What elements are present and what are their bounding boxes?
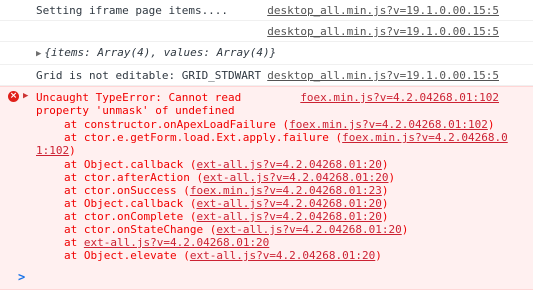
console-log-row: Grid is not editable: GRID_STDWART deskt… [0,65,533,86]
devtools-console: Setting iframe page items.... desktop_al… [0,0,533,295]
error-message-line: property 'unmask' of undefined [36,104,235,117]
console-log-row: Setting iframe page items.... desktop_al… [0,0,533,21]
stack-frame-link[interactable]: 1:102 [36,144,69,157]
stack-frame: at ctor.afterAction (ext-all.js?v=4.2.04… [64,171,396,184]
expand-triangle-icon[interactable]: ▶ [36,49,41,59]
stack-frame: at Object.callback (ext-all.js?v=4.2.042… [64,158,389,171]
stack-frame: at ctor.onStateChange (ext-all.js?v=4.2.… [64,223,409,236]
object-summary: {items: Array(4), values: Array(4)} [44,46,277,59]
stack-frame-link[interactable]: foex.min.js?v=4.2.04268.01:102 [289,118,488,131]
console-prompt-chevron-icon[interactable]: > [18,270,25,284]
stack-frame: at Object.elevate (ext-all.js?v=4.2.0426… [64,249,382,262]
stack-frame: at ctor.onSuccess (foex.min.js?v=4.2.042… [64,184,389,197]
stack-frame-link[interactable]: ext-all.js?v=4.2.04268.01:20 [216,223,401,236]
stack-frame-link[interactable]: foex.min.js?v=4.2.04268.01:23 [190,184,382,197]
console-error-row: × ▶ Uncaught TypeError: Cannot read foex… [0,86,533,290]
stack-frame: at ctor.e.getForm.load.Ext.apply.failure… [64,131,508,144]
console-log-row: desktop_all.min.js?v=19.1.0.00.15:5 [0,21,533,42]
stack-frame: at ctor.onComplete (ext-all.js?v=4.2.042… [64,210,389,223]
stack-frame-link[interactable]: foex.min.js?v=4.2.04268.0 [342,131,508,144]
stack-frame: at constructor.onApexLoadFailure (foex.m… [64,118,495,131]
error-icon: × [8,91,19,102]
stack-frame-link[interactable]: ext-all.js?v=4.2.04268.01:20 [196,197,381,210]
error-source-link[interactable]: foex.min.js?v=4.2.04268.01:102 [300,91,499,104]
stack-frame: at ext-all.js?v=4.2.04268.01:20 [64,236,270,249]
log-source-link[interactable]: desktop_all.min.js?v=19.1.0.00.15:5 [267,4,499,17]
stack-frame-link[interactable]: ext-all.js?v=4.2.04268.01:20 [203,171,388,184]
object-preview[interactable]: ▶ {items: Array(4), values: Array(4)} [36,46,276,59]
error-message-line: Uncaught TypeError: Cannot read [36,91,242,104]
log-source-link[interactable]: desktop_all.min.js?v=19.1.0.00.15:5 [267,69,499,82]
stack-frame-link[interactable]: ext-all.js?v=4.2.04268.01:20 [196,210,381,223]
expand-triangle-icon[interactable]: ▶ [23,91,28,101]
stack-frame-link[interactable]: ext-all.js?v=4.2.04268.01:20 [84,236,269,249]
log-message: Setting iframe page items.... [36,4,229,17]
stack-frame: 1:102) [36,144,76,157]
log-source-link[interactable]: desktop_all.min.js?v=19.1.0.00.15:5 [267,25,499,38]
console-object-row[interactable]: ▶ {items: Array(4), values: Array(4)} [0,42,533,65]
stack-frame-link[interactable]: ext-all.js?v=4.2.04268.01:20 [196,158,381,171]
stack-frame: at Object.callback (ext-all.js?v=4.2.042… [64,197,389,210]
log-message: Grid is not editable: GRID_STDWART [36,69,262,82]
stack-frame-link[interactable]: ext-all.js?v=4.2.04268.01:20 [190,249,375,262]
